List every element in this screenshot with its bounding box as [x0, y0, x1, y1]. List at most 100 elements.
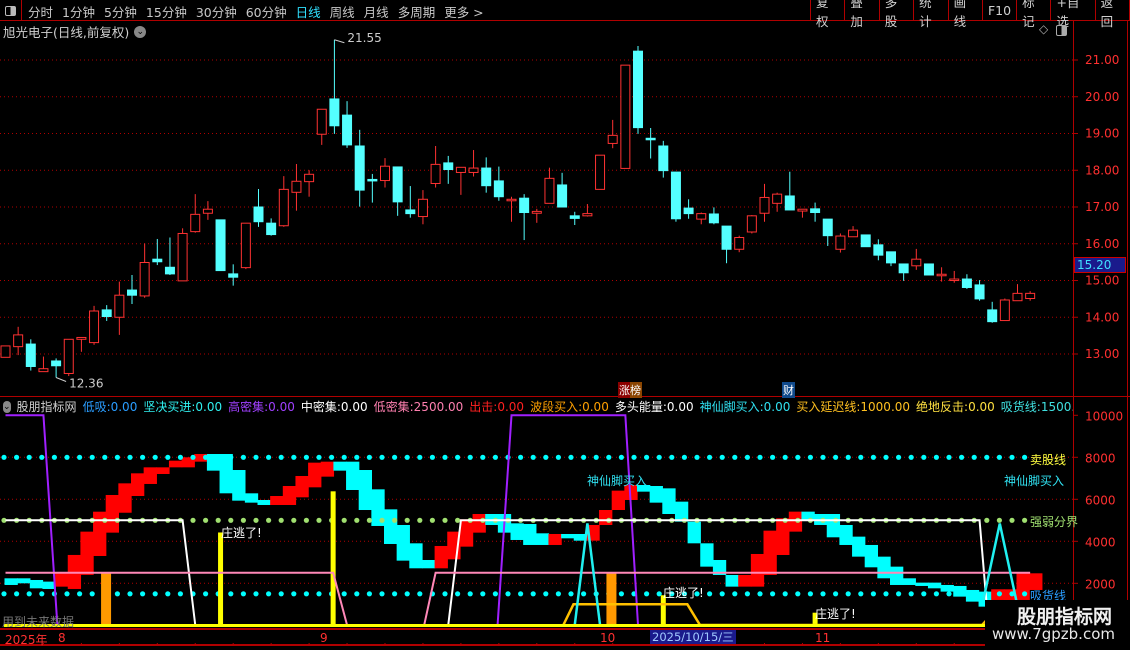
chart-canvas[interactable]: 21.00 20.00 19.00 18.00 17.00 16.00 15.00 14.00…	[0, 0, 1130, 650]
strong-weak-dot	[996, 517, 1003, 523]
candlestick	[101, 305, 112, 321]
accumulate-line-dot	[392, 591, 398, 597]
accumulate-line-dot	[455, 591, 461, 597]
candle-body	[329, 98, 340, 127]
month-label: 8	[58, 631, 66, 645]
candle-body	[974, 284, 985, 300]
candle-body	[999, 299, 1010, 322]
candle-body	[417, 198, 428, 218]
accumulate-line-dot	[719, 591, 725, 597]
trend-ribbon-block	[548, 533, 562, 545]
indicator-value: 低密集:2500.00	[374, 398, 464, 415]
indicator-value: 吸货线:1500.00	[1001, 398, 1073, 415]
trend-ribbon-block	[649, 486, 663, 503]
trend-ribbon-block	[4, 578, 18, 585]
strong-weak-dot	[215, 517, 221, 523]
sell-line-dot	[278, 454, 284, 460]
candle-body	[202, 208, 213, 214]
candle-body	[0, 345, 11, 358]
sell-line-dot	[64, 454, 70, 460]
sell-line-dot	[215, 454, 221, 460]
candle-body	[721, 225, 732, 250]
trend-ribbon-block	[852, 536, 866, 557]
candle-body	[734, 237, 745, 250]
accumulate-line-dot	[354, 591, 360, 597]
candlestick	[304, 170, 315, 197]
sell-line-dot	[568, 454, 574, 460]
fairy-foot-line-2	[982, 523, 1018, 601]
accumulate-line-dot	[379, 591, 385, 597]
candlestick	[987, 301, 998, 323]
accumulate-line-dot	[568, 591, 574, 597]
candlestick	[0, 345, 11, 358]
candle-body	[127, 289, 137, 296]
trend-ribbon-block	[105, 494, 119, 533]
indicator-value-label: 绝地反击:	[916, 400, 969, 414]
indicator-value-number: 1000.00	[860, 400, 911, 414]
sell-line-dot	[392, 454, 398, 460]
candlestick	[316, 108, 327, 145]
sell-line-dot	[102, 454, 108, 460]
candlestick	[848, 226, 859, 238]
strong-weak-dot	[442, 517, 448, 523]
candle-body	[240, 222, 251, 269]
candle-body	[949, 278, 960, 282]
candle-body	[633, 50, 643, 129]
trend-ribbon-block	[599, 510, 613, 525]
candle-body	[683, 207, 694, 215]
candlestick	[177, 228, 188, 282]
trend-ribbon-block	[927, 582, 942, 589]
sell-line-dot	[946, 454, 952, 460]
fairy-buy-label: 神仙脚买入	[587, 474, 648, 488]
sell-line-dot	[51, 454, 58, 460]
indicator-name[interactable]: 股朋指标网	[17, 398, 77, 415]
trend-ribbon-block	[333, 461, 347, 471]
trend-ribbon-block	[156, 467, 170, 474]
indicator-value-number: 0.00	[968, 400, 995, 414]
accumulate-line-dot	[165, 591, 171, 597]
finance-badge[interactable]: 财	[782, 382, 795, 398]
candle-body	[152, 258, 163, 263]
zhangbang-badge[interactable]: 涨榜	[618, 382, 642, 398]
sell-line-dot	[354, 454, 360, 460]
attack-bar	[330, 491, 336, 626]
band-buy-bar	[101, 572, 112, 626]
candle-body	[25, 343, 36, 367]
indicator-value: 绝地反击:0.00	[916, 398, 995, 415]
chevron-down-icon[interactable]: ⌄	[3, 400, 11, 413]
indicator-tick-label: 2000	[1085, 577, 1116, 591]
accumulate-line-dot	[417, 591, 423, 597]
trend-ribbon-block	[915, 582, 929, 586]
sell-line-dot	[152, 454, 158, 460]
candle-body	[658, 145, 669, 172]
candlestick	[481, 157, 492, 193]
trend-ribbon-block	[29, 579, 44, 589]
candlestick	[923, 263, 934, 276]
sell-line-dot	[883, 454, 889, 460]
accumulate-line-dot	[442, 591, 448, 597]
price-tick-label: 20.00	[1085, 90, 1119, 104]
sell-line-dot	[26, 454, 32, 460]
indicator-value-number: 0.00	[195, 400, 223, 414]
sell-line-dot	[795, 454, 801, 460]
date-axis[interactable]: 2025年 8 9 10 2025/10/15/三 11	[0, 628, 1073, 647]
accumulate-line-dot	[883, 591, 889, 597]
candle-body	[392, 166, 403, 203]
sell-line-dot	[417, 454, 423, 460]
month-label: 10	[600, 631, 616, 645]
sell-line-dot	[833, 454, 839, 460]
candlestick	[240, 222, 251, 270]
trend-ribbon-block	[232, 470, 246, 501]
candle-body	[1025, 292, 1036, 300]
trend-ribbon-block	[611, 490, 625, 511]
candlestick	[784, 171, 795, 211]
trend-ribbon-block	[877, 556, 891, 579]
accumulate-line-dot	[707, 591, 713, 597]
sell-line-dot	[732, 454, 738, 460]
extreme-pointer	[55, 377, 67, 382]
sell-line-dot	[341, 454, 347, 460]
candle-body	[139, 261, 150, 297]
accumulate-line-dot	[366, 591, 372, 597]
price-tick-label: 15.00	[1085, 274, 1119, 288]
strong-weak-dot	[354, 517, 360, 523]
